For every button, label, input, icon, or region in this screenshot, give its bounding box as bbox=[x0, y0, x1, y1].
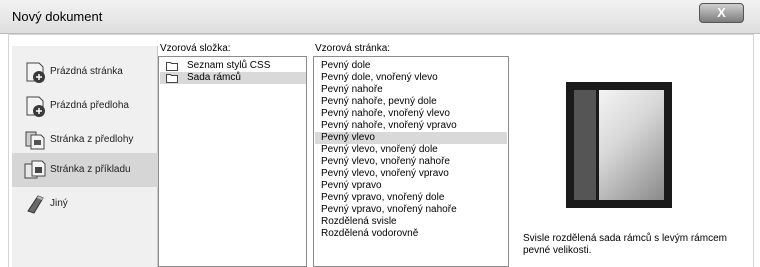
folder-item-css-styles[interactable]: Seznam stylů CSS bbox=[160, 60, 306, 72]
page-item[interactable]: Pevný vpravo, vnořený dole bbox=[315, 192, 507, 204]
blank-template-icon bbox=[26, 96, 45, 117]
folder-icon bbox=[166, 62, 178, 71]
preview-right-frame bbox=[599, 90, 664, 200]
layout-preview bbox=[566, 82, 672, 208]
category-label: Stránka z předlohy bbox=[50, 134, 134, 145]
sample-page-list[interactable]: Pevný dole Pevný dole, vnořený vlevo Pev… bbox=[313, 56, 509, 267]
page-item[interactable]: Pevný vpravo bbox=[315, 180, 507, 192]
category-page-from-sample[interactable]: Stránka z příkladu bbox=[12, 153, 158, 187]
page-item[interactable]: Pevný vlevo, vnořený dole bbox=[315, 144, 507, 156]
category-sidebar: Prázdná stránka Prázdná předloha Stránka… bbox=[12, 46, 158, 267]
page-item[interactable]: Pevný dole, vnořený vlevo bbox=[315, 72, 507, 84]
page-item[interactable]: Pevný dole bbox=[315, 60, 507, 72]
other-icon bbox=[27, 195, 44, 214]
page-item[interactable]: Rozdělená vodorovně bbox=[315, 228, 507, 240]
sample-folder-list[interactable]: Seznam stylů CSS Sada rámců bbox=[158, 56, 307, 267]
title-bar: Nový dokument X bbox=[0, 0, 760, 34]
category-blank-template[interactable]: Prázdná předloha bbox=[12, 89, 158, 123]
sample-page-label: Vzorová stránka: bbox=[315, 43, 391, 54]
page-from-sample-icon bbox=[24, 160, 46, 179]
preview-description: Svisle rozdělená sada rámců s levým rámc… bbox=[523, 233, 727, 256]
folder-item-label: Seznam stylů CSS bbox=[187, 60, 271, 71]
category-label: Stránka z příkladu bbox=[50, 164, 131, 175]
page-item-selected[interactable]: Pevný vlevo bbox=[315, 132, 507, 144]
category-label: Prázdná stránka bbox=[50, 66, 123, 77]
page-item[interactable]: Pevný nahoře bbox=[315, 84, 507, 96]
page-item[interactable]: Rozdělená svisle bbox=[315, 216, 507, 228]
page-item[interactable]: Pevný nahoře, vnořený vpravo bbox=[315, 120, 507, 132]
blank-page-icon bbox=[26, 62, 45, 83]
page-item[interactable]: Pevný vpravo, vnořený nahoře bbox=[315, 204, 507, 216]
page-item[interactable]: Pevný vlevo, vnořený nahoře bbox=[315, 156, 507, 168]
page-item[interactable]: Pevný nahoře, pevný dole bbox=[315, 96, 507, 108]
category-blank-page[interactable]: Prázdná stránka bbox=[12, 55, 158, 89]
sample-folder-label: Vzorová složka: bbox=[160, 43, 231, 54]
category-label: Prázdná předloha bbox=[50, 100, 129, 111]
folder-item-label: Sada rámců bbox=[187, 72, 241, 83]
page-item[interactable]: Pevný vlevo, vnořený vpravo bbox=[315, 168, 507, 180]
category-other[interactable]: Jiný bbox=[12, 187, 158, 221]
preview-left-frame bbox=[574, 90, 596, 200]
category-page-from-template[interactable]: Stránka z předlohy bbox=[12, 123, 158, 157]
folder-item-frame-sets[interactable]: Sada rámců bbox=[160, 72, 306, 84]
page-from-template-icon bbox=[25, 131, 45, 150]
page-item[interactable]: Pevný nahoře, vnořený vlevo bbox=[315, 108, 507, 120]
category-label: Jiný bbox=[50, 198, 68, 209]
folder-icon bbox=[166, 74, 178, 83]
close-button[interactable]: X bbox=[699, 3, 744, 23]
window-title: Nový dokument bbox=[12, 9, 103, 24]
